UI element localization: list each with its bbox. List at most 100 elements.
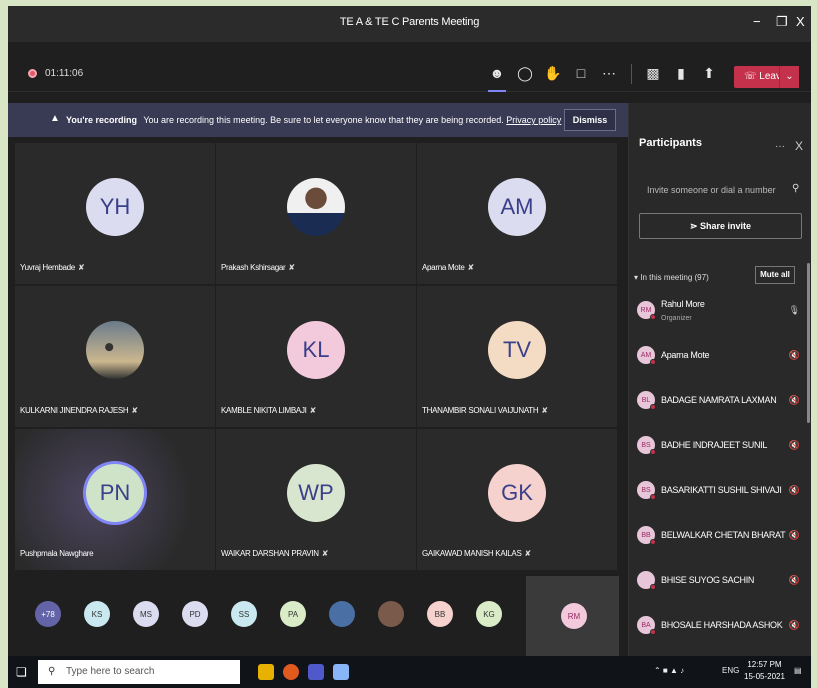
participant-chip[interactable] bbox=[329, 601, 355, 627]
video-tile[interactable]: KULKARNI JINENDRA RAJESH ✘ bbox=[15, 286, 216, 428]
minimize-button[interactable]: − bbox=[753, 14, 761, 29]
banner-text: You're recording You are recording this … bbox=[66, 115, 561, 125]
recording-banner: ▲ You're recording You are recording thi… bbox=[8, 103, 628, 137]
video-tile[interactable]: PN Pushpmala Nawghare bbox=[15, 429, 216, 571]
warning-icon: ▲ bbox=[50, 113, 60, 124]
participant-chip[interactable]: PD bbox=[182, 601, 208, 627]
language-indicator[interactable]: ENG bbox=[722, 666, 739, 675]
chrome-icon[interactable] bbox=[283, 664, 299, 680]
maximize-button[interactable]: ❐ bbox=[776, 14, 788, 30]
tray-icons[interactable]: ⌃ ■ ▲ ♪ bbox=[654, 666, 684, 675]
participants-icon[interactable]: ☻ bbox=[486, 62, 508, 92]
participant-row[interactable]: BB BELWALKAR CHETAN BHARAT 🔇 bbox=[637, 518, 802, 554]
close-button[interactable]: X bbox=[796, 14, 805, 29]
mic-status-icon[interactable]: 🔇 bbox=[789, 530, 800, 541]
invite-input[interactable]: Invite someone or dial a number bbox=[647, 185, 776, 195]
windows-start-icon[interactable]: ❏ bbox=[16, 665, 27, 679]
presence-dot bbox=[650, 629, 656, 635]
video-tile[interactable]: AM Aparna Mote ✘ bbox=[417, 143, 618, 285]
mic-status-icon[interactable]: 🔇 bbox=[789, 620, 800, 631]
video-tile[interactable]: YH Yuvraj Hembade ✘ bbox=[15, 143, 216, 285]
camera-off-icon[interactable]: ▩ bbox=[642, 62, 664, 84]
participant-row[interactable]: BHISE SUYOG SACHIN 🔇 bbox=[637, 563, 802, 599]
more-icon[interactable]: ⋯ bbox=[598, 62, 620, 84]
share-icon[interactable]: ⬆ bbox=[698, 62, 720, 84]
mic-status-icon[interactable]: 🔇 bbox=[789, 575, 800, 586]
participant-row[interactable]: BA BHOSALE HARSHADA ASHOK 🔇 bbox=[637, 608, 802, 644]
phone-icon: ☏ bbox=[744, 71, 757, 82]
dismiss-button[interactable]: Dismiss bbox=[564, 109, 616, 131]
video-tile[interactable]: WP WAIKAR DARSHAN PRAVIN ✘ bbox=[216, 429, 417, 571]
mic-status-icon[interactable]: 🔇 bbox=[789, 485, 800, 496]
participant-chip[interactable]: BB bbox=[427, 601, 453, 627]
participant-name: BELWALKAR CHETAN BHARAT bbox=[661, 530, 786, 540]
presence-dot bbox=[650, 404, 656, 410]
overflow-count[interactable]: +78 bbox=[35, 601, 61, 627]
mic-status-icon[interactable]: 🔇 bbox=[789, 395, 800, 406]
taskbar-search[interactable]: ⚲ Type here to search bbox=[38, 660, 240, 684]
video-grid: YH Yuvraj Hembade ✘ Prakash Kshirsagar ✘ AM Ap… bbox=[15, 143, 619, 572]
muted-mic-icon: ✘ bbox=[541, 406, 548, 415]
participant-row[interactable]: BS BADHE INDRAJEET SUNIL 🔇 bbox=[637, 428, 802, 464]
participant-avatar: BB bbox=[637, 526, 656, 545]
clock-time: 12:57 PM bbox=[747, 660, 782, 669]
participant-chip[interactable]: KS bbox=[84, 601, 110, 627]
participant-name: KAMBLE NIKITA LIMBAJI ✘ bbox=[221, 406, 316, 415]
presence-dot bbox=[650, 494, 656, 500]
panel-close-button[interactable]: X bbox=[795, 139, 803, 153]
banner-title: You're recording bbox=[66, 115, 137, 125]
panel-scrollbar[interactable] bbox=[807, 263, 810, 423]
video-tile[interactable]: KL KAMBLE NIKITA LIMBAJI ✘ bbox=[216, 286, 417, 428]
app-icon[interactable] bbox=[333, 664, 349, 680]
mic-status-icon[interactable]: 🎙 bbox=[789, 305, 800, 316]
taskbar-clock[interactable]: 12:57 PM 15-05-2021 bbox=[744, 659, 785, 683]
notification-icon[interactable]: ▤ bbox=[794, 666, 802, 675]
participant-chip[interactable] bbox=[378, 601, 404, 627]
participant-name-text: KULKARNI JINENDRA RAJESH bbox=[20, 406, 129, 415]
participant-name: BHOSALE HARSHADA ASHOK bbox=[661, 620, 783, 630]
muted-mic-icon: ✘ bbox=[467, 263, 475, 272]
participant-chip[interactable]: KG bbox=[476, 601, 502, 627]
participant-name: KULKARNI JINENDRA RAJESH ✘ bbox=[20, 406, 138, 415]
participant-chip[interactable]: MS bbox=[133, 601, 159, 627]
meeting-toolbar: 01:11:06 ☻ ◯ ✋ □ ⋯ ▩ ▮ ⬆ ☏ Leave ⌄ bbox=[8, 42, 811, 92]
muted-mic-icon: ✘ bbox=[288, 263, 295, 272]
privacy-policy-link[interactable]: Privacy policy bbox=[506, 115, 561, 125]
share-invite-label: Share invite bbox=[700, 221, 752, 231]
leave-options-button[interactable]: ⌄ bbox=[779, 66, 799, 88]
mic-status-icon[interactable]: 🔇 bbox=[789, 350, 800, 361]
self-view[interactable]: RM bbox=[526, 576, 619, 656]
participant-avatar: BL bbox=[637, 391, 656, 410]
avatar-initials: AM bbox=[640, 351, 652, 359]
participant-chip[interactable]: SS bbox=[231, 601, 257, 627]
chat-icon[interactable]: ◯ bbox=[514, 62, 536, 84]
participant-avatar bbox=[287, 177, 345, 236]
participant-avatar bbox=[637, 571, 656, 590]
search-icon[interactable]: ⚲ bbox=[792, 183, 799, 194]
rooms-icon[interactable]: □ bbox=[570, 62, 592, 84]
video-tile[interactable]: TV THANAMBIR SONALI VAIJUNATH ✘ bbox=[417, 286, 618, 428]
participant-row[interactable]: BS BASARIKATTI SUSHIL SHIVAJI 🔇 bbox=[637, 473, 802, 509]
participant-name: THANAMBIR SONALI VAIJUNATH ✘ bbox=[422, 406, 548, 415]
panel-more-icon[interactable]: ··· bbox=[775, 141, 785, 152]
search-icon: ⚲ bbox=[48, 666, 56, 677]
video-tile[interactable]: GK GAIKAWAD MANISH KAILAS ✘ bbox=[417, 429, 618, 571]
in-meeting-header[interactable]: ▾ In this meeting (97) bbox=[634, 273, 709, 282]
participant-avatar: BA bbox=[637, 616, 656, 635]
participant-name-text: THANAMBIR SONALI VAIJUNATH bbox=[422, 406, 539, 415]
participant-row[interactable]: BL BADAGE NAMRATA LAXMAN 🔇 bbox=[637, 383, 802, 419]
teams-icon[interactable] bbox=[308, 664, 324, 680]
window-title: TE A & TE C Parents Meeting bbox=[339, 16, 480, 28]
share-invite-button[interactable]: ⋗ Share invite bbox=[639, 213, 802, 239]
video-tile[interactable]: Prakash Kshirsagar ✘ bbox=[216, 143, 417, 285]
mic-icon[interactable]: ▮ bbox=[670, 62, 692, 84]
participant-row[interactable]: RM Rahul More Organizer 🎙 bbox=[637, 293, 802, 329]
participant-chip[interactable]: PA bbox=[280, 601, 306, 627]
participant-avatar: YH bbox=[86, 177, 144, 236]
mic-status-icon[interactable]: 🔇 bbox=[789, 440, 800, 451]
mute-all-button[interactable]: Mute all bbox=[755, 266, 795, 284]
reactions-icon[interactable]: ✋ bbox=[542, 62, 564, 84]
participant-name: BHISE SUYOG SACHIN bbox=[661, 575, 755, 585]
file-explorer-icon[interactable] bbox=[258, 664, 274, 680]
participant-row[interactable]: AM Aparna Mote 🔇 bbox=[637, 338, 802, 374]
